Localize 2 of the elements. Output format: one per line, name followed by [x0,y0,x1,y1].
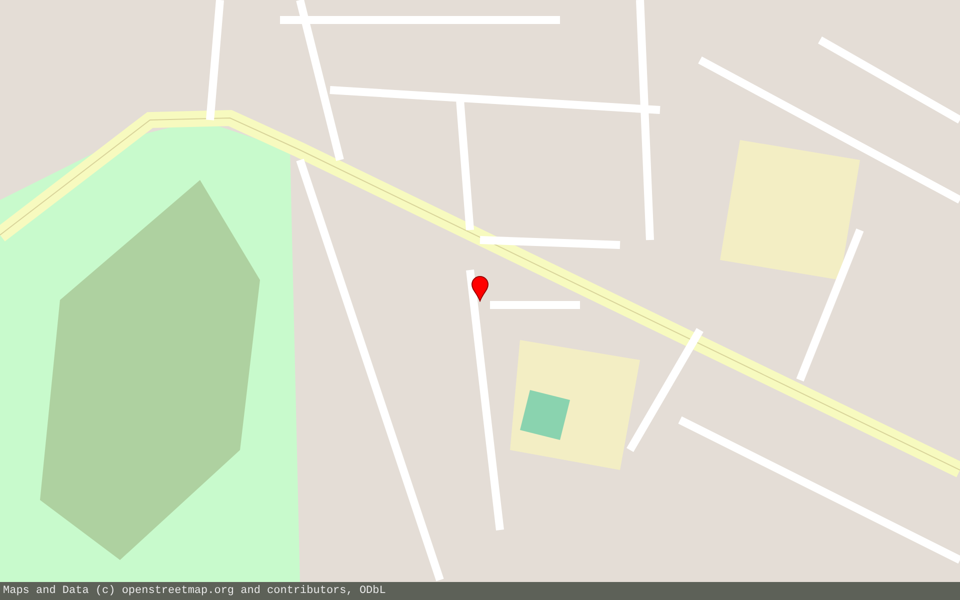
attribution-text: Maps and Data (c) openstreetmap.org and contributors, ODbL [3,584,386,599]
map-pin-icon [471,276,489,302]
